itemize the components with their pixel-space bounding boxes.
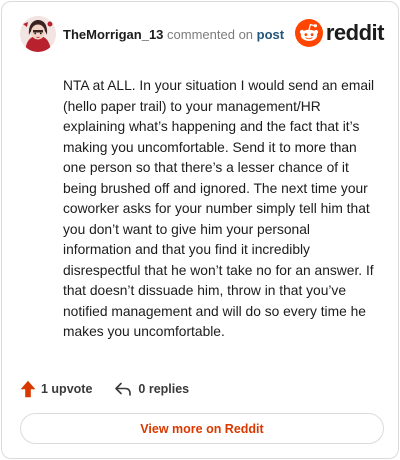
comment-header: TheMorrigan_13 commented on post reddit xyxy=(20,16,385,54)
username-link[interactable]: TheMorrigan_13 xyxy=(63,27,163,42)
reddit-comment-embed: TheMorrigan_13 commented on post reddit … xyxy=(1,1,399,459)
view-more-button[interactable]: View more on Reddit xyxy=(20,413,384,444)
upvote-arrow-icon xyxy=(20,380,36,398)
reddit-logo[interactable]: reddit xyxy=(294,19,385,47)
reply-count: 0 replies xyxy=(138,382,190,396)
byline: TheMorrigan_13 commented on post xyxy=(63,27,284,43)
reddit-snoo-icon xyxy=(294,19,323,47)
comment-actions: 1 upvote 0 replies xyxy=(20,378,189,400)
reddit-wordmark: reddit xyxy=(325,20,385,45)
avatar-image xyxy=(20,16,56,52)
post-link[interactable]: post xyxy=(257,27,284,42)
comment-text: NTA at ALL. In your situation I would se… xyxy=(63,78,375,339)
upvote-count: 1 upvote xyxy=(41,382,93,396)
user-avatar[interactable] xyxy=(20,16,56,52)
reply-arrow-icon xyxy=(115,382,132,396)
upvote-button[interactable]: 1 upvote xyxy=(20,380,92,398)
commented-on-text: commented on xyxy=(167,27,254,42)
replies-button[interactable]: 0 replies xyxy=(114,381,189,397)
